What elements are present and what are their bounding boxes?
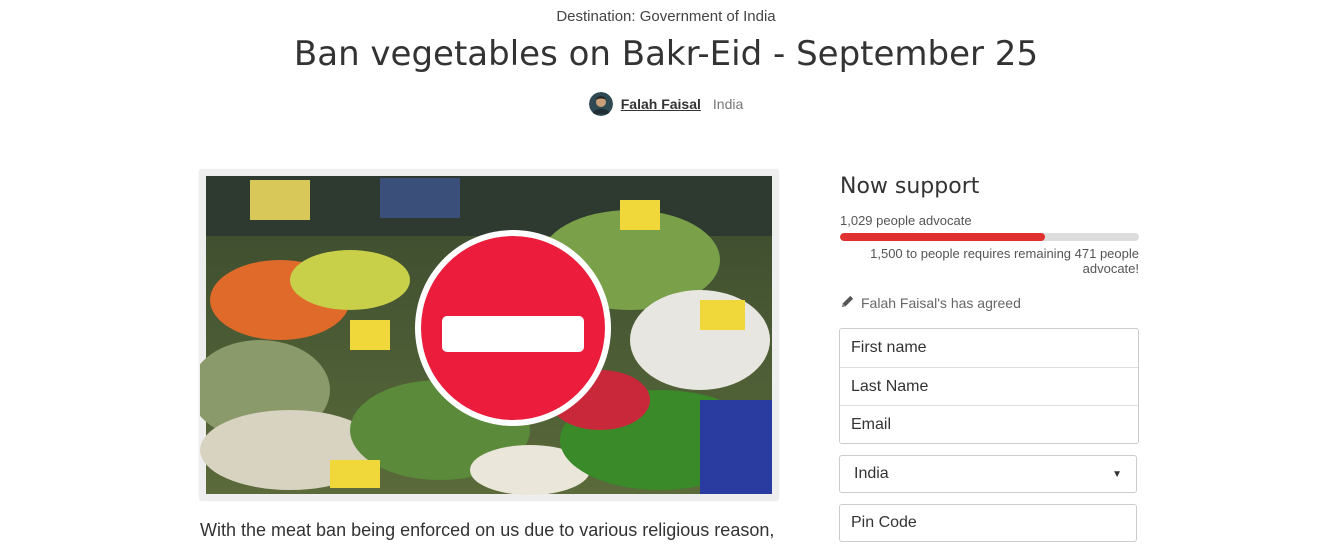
pencil-icon <box>840 294 855 312</box>
petition-body-text: With the meat ban being enforced on us d… <box>200 520 775 540</box>
author-line: Falah Faisal India <box>0 92 1332 119</box>
destination-label: Destination: Government of India <box>556 8 776 25</box>
signup-fields <box>839 328 1139 444</box>
support-progress-bar <box>840 233 1139 241</box>
agreed-line: Falah Faisal's has agreed <box>840 294 1021 312</box>
no-entry-sign-icon <box>415 230 611 426</box>
support-progress-fill <box>840 233 1046 241</box>
author-name-link[interactable]: Falah Faisal <box>621 96 701 112</box>
agreed-text: Falah Faisal's has agreed <box>861 295 1021 311</box>
chevron-down-icon: ▼ <box>1112 468 1122 480</box>
advocate-count: 1,029 people advocate <box>840 213 972 228</box>
last-name-field[interactable] <box>840 367 1138 405</box>
petition-image <box>200 170 778 500</box>
petition-title: Ban vegetables on Bakr-Eid - September 2… <box>293 34 1039 74</box>
first-name-field[interactable] <box>840 329 1138 367</box>
email-field[interactable] <box>840 405 1138 443</box>
author-location: India <box>712 96 744 112</box>
author-avatar[interactable] <box>588 92 613 116</box>
country-select[interactable]: India ▼ <box>839 455 1137 493</box>
pin-code-field[interactable] <box>839 504 1137 542</box>
country-selected-value: India <box>854 465 889 482</box>
remaining-text: 1,500 to people requires remaining 471 p… <box>870 246 1139 276</box>
support-title: Now support <box>840 174 980 199</box>
